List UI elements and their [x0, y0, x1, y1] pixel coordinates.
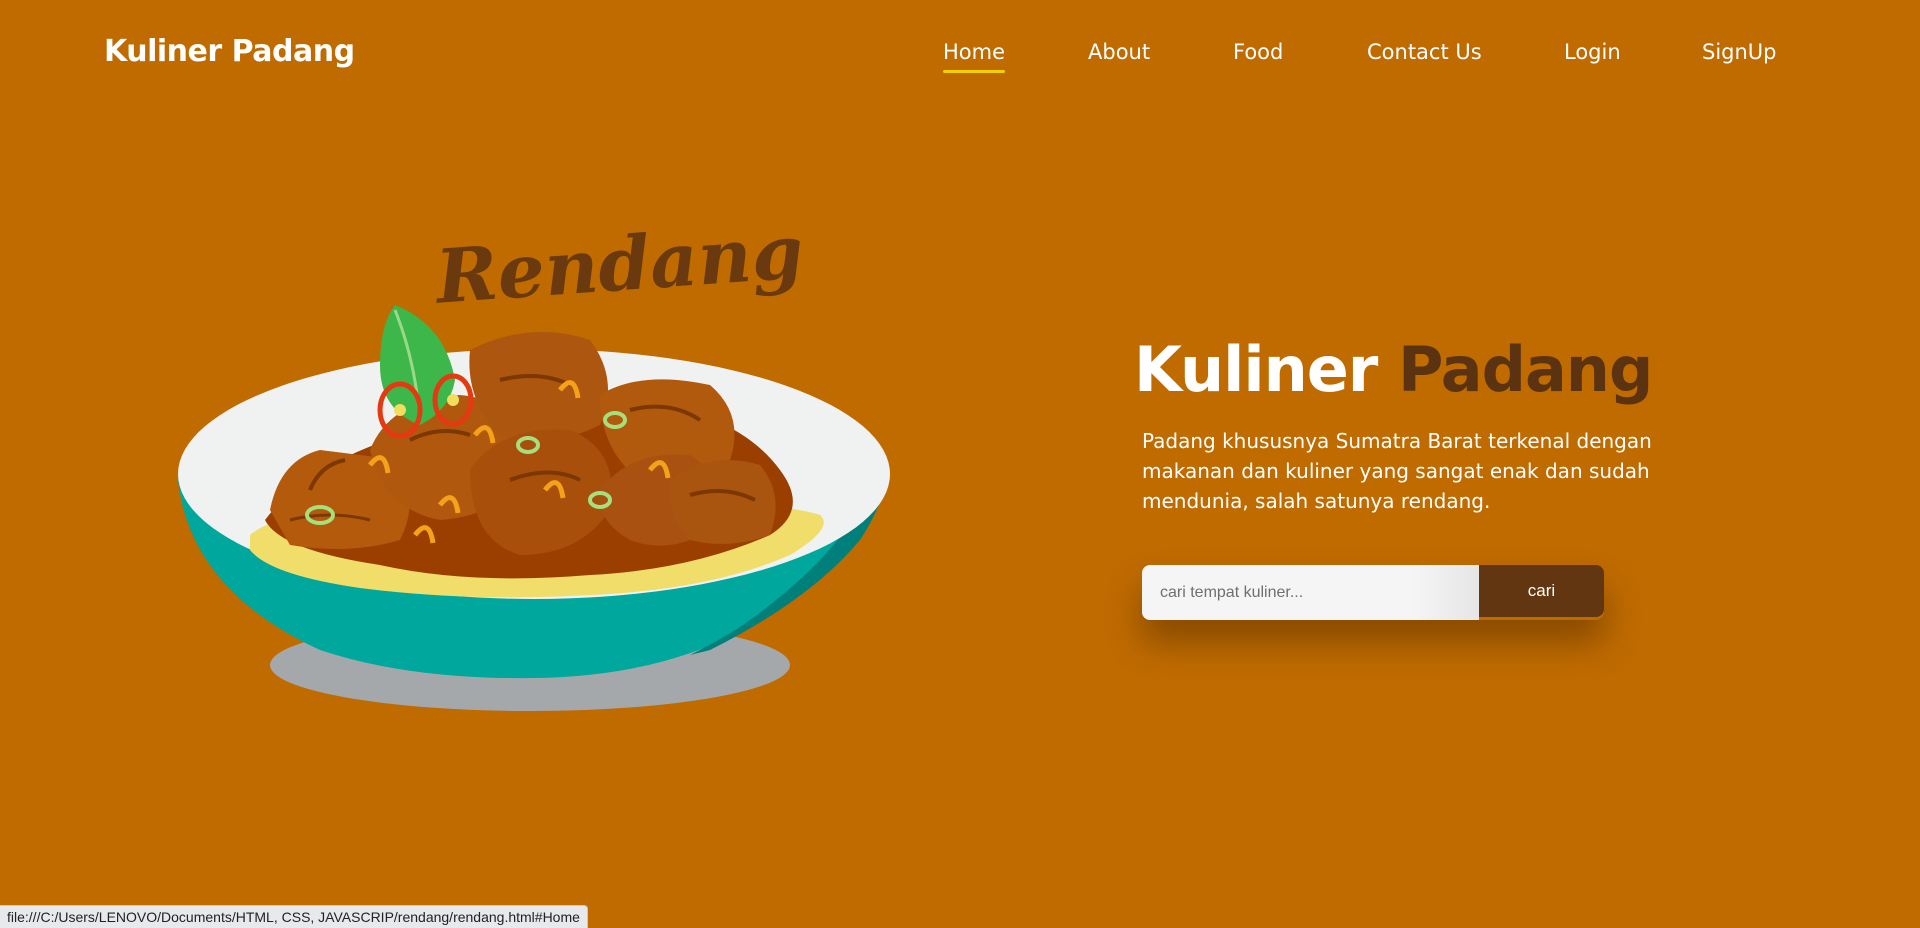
- hero-description: Padang khususnya Sumatra Barat terkenal …: [1142, 429, 1652, 513]
- browser-status-bar: file:///C:/Users/LENOVO/Documents/HTML, …: [0, 905, 588, 928]
- hero-title-white: Kuliner: [1134, 333, 1378, 406]
- search-bar: cari: [1142, 565, 1604, 620]
- hero-title-brown: Padang: [1397, 333, 1653, 406]
- nav-home-link[interactable]: Home: [943, 40, 1006, 73]
- rendang-illustration: Rendang: [178, 210, 890, 711]
- search-input[interactable]: [1142, 565, 1479, 620]
- nav-contact-link[interactable]: Contact Us: [1367, 40, 1482, 64]
- nav-signup-link[interactable]: SignUp: [1702, 40, 1777, 64]
- nav-food-link[interactable]: Food: [1233, 40, 1283, 64]
- main-nav: Home About Food Contact Us Login SignUp: [0, 40, 1920, 80]
- page: Kuliner Padang Home About Food Contact U…: [0, 0, 1920, 928]
- hero-title: Kuliner Padang: [1134, 333, 1653, 406]
- search-button[interactable]: cari: [1479, 565, 1604, 617]
- nav-about-link[interactable]: About: [1088, 40, 1150, 64]
- rendang-script-title: Rendang: [431, 210, 806, 321]
- nav-login-link[interactable]: Login: [1564, 40, 1621, 64]
